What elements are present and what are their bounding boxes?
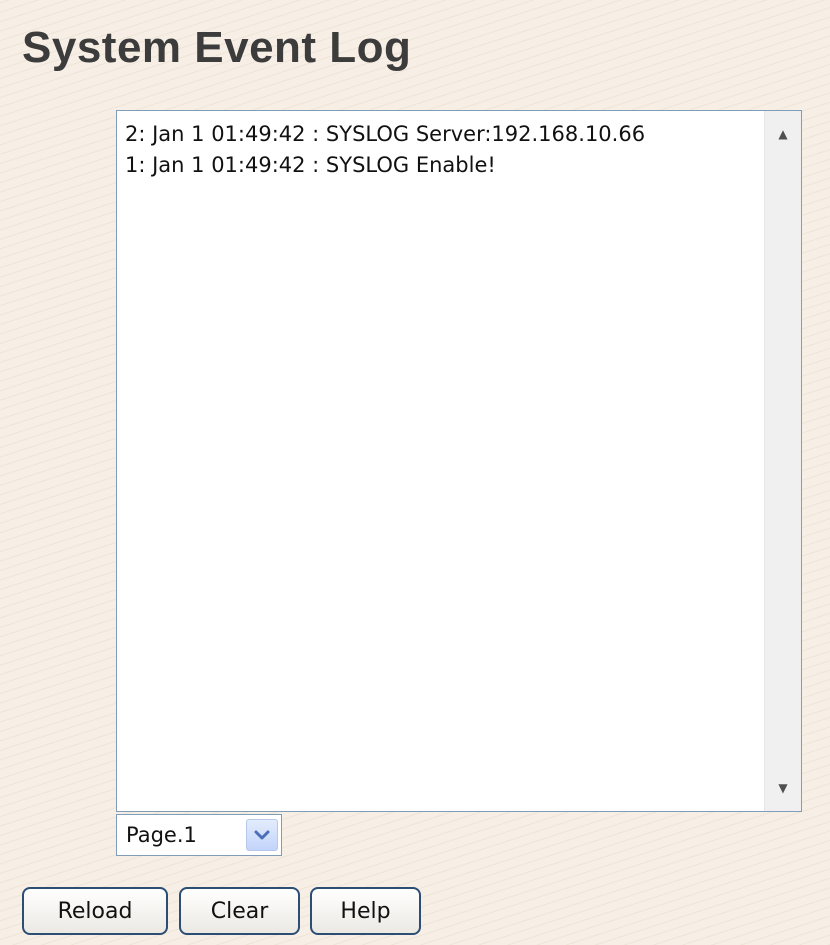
page-title: System Event Log — [22, 23, 412, 72]
vertical-scrollbar[interactable]: ▲ ▼ — [764, 111, 801, 811]
scroll-up-arrow-icon[interactable]: ▲ — [765, 119, 801, 149]
scroll-down-arrow-icon[interactable]: ▼ — [765, 773, 801, 803]
page-select[interactable]: Page.1 — [116, 814, 282, 856]
event-log-lines: 2: Jan 1 01:49:42 : SYSLOG Server:192.16… — [125, 119, 759, 181]
page-select-value: Page.1 — [126, 823, 197, 847]
event-log-listbox[interactable]: 2: Jan 1 01:49:42 : SYSLOG Server:192.16… — [116, 110, 802, 812]
log-entry[interactable]: 1: Jan 1 01:49:42 : SYSLOG Enable! — [125, 150, 759, 181]
log-entry[interactable]: 2: Jan 1 01:49:42 : SYSLOG Server:192.16… — [125, 119, 759, 150]
chevron-down-icon — [254, 830, 270, 840]
help-button[interactable]: Help — [310, 887, 421, 935]
clear-button[interactable]: Clear — [179, 887, 300, 935]
dropdown-button[interactable] — [246, 819, 278, 851]
reload-button[interactable]: Reload — [22, 887, 168, 935]
